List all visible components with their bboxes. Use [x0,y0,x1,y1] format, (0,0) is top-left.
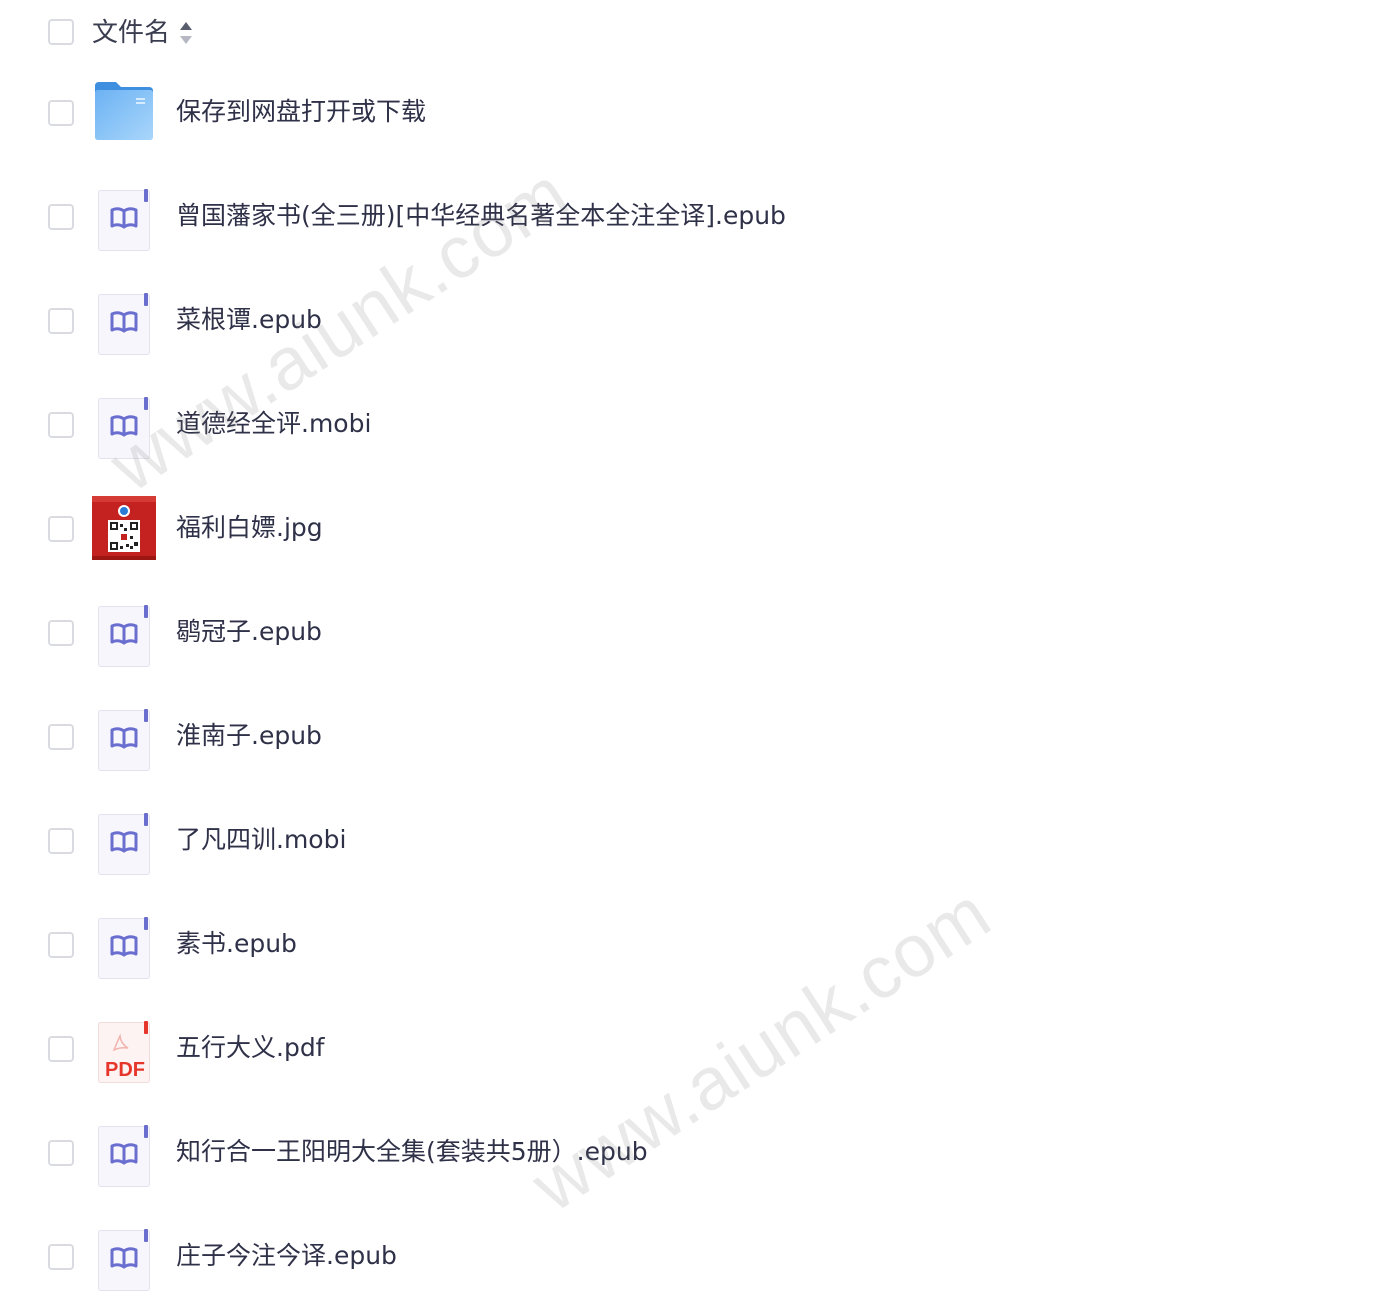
ebook-icon [90,806,158,876]
file-row[interactable]: 淮南子.epub [0,686,1384,790]
row-checkbox[interactable] [48,1244,74,1270]
row-checkbox[interactable] [48,516,74,542]
ebook-icon [90,1118,158,1188]
file-row[interactable]: 素书.epub [0,894,1384,998]
file-row[interactable]: 知行合一王阳明大全集(套装共5册）.epub [0,1102,1384,1206]
row-checkbox[interactable] [48,828,74,854]
column-header-filename: 文件名 [92,18,171,48]
ebook-icon [90,1222,158,1292]
file-row[interactable]: 保存到网盘打开或下载 [0,62,1384,166]
list-header: 文件名 [0,0,1384,66]
ebook-icon [90,390,158,460]
row-checkbox[interactable] [48,724,74,750]
file-row[interactable]: 曾国藩家书(全三册)[中华经典名著全本全注全译].epub [0,166,1384,270]
folder-icon [90,78,158,148]
file-row[interactable]: PDF 五行大义.pdf [0,998,1384,1102]
file-row[interactable]: 庄子今注今译.epub [0,1206,1384,1310]
ebook-icon [90,910,158,980]
row-checkbox[interactable] [48,100,74,126]
pdf-icon: PDF [90,1014,158,1084]
file-name[interactable]: 淮南子.epub [176,716,322,756]
ebook-icon [90,598,158,668]
select-all-checkbox[interactable] [48,19,74,45]
file-name[interactable]: 道德经全评.mobi [176,404,371,444]
row-checkbox[interactable] [48,932,74,958]
ebook-icon [90,286,158,356]
file-name[interactable]: 素书.epub [176,924,297,964]
ebook-icon [90,182,158,252]
file-name[interactable]: 知行合一王阳明大全集(套装共5册）.epub [176,1132,648,1172]
row-checkbox[interactable] [48,412,74,438]
row-checkbox[interactable] [48,1036,74,1062]
file-row[interactable]: 鹖冠子.epub [0,582,1384,686]
row-checkbox[interactable] [48,620,74,646]
row-checkbox[interactable] [48,204,74,230]
file-row[interactable]: 菜根谭.epub [0,270,1384,374]
file-row[interactable]: 福利白嫖.jpg [0,478,1384,582]
file-name[interactable]: 保存到网盘打开或下载 [176,92,426,132]
file-name[interactable]: 了凡四训.mobi [176,820,346,860]
file-name[interactable]: 福利白嫖.jpg [176,508,323,548]
file-name[interactable]: 菜根谭.epub [176,300,322,340]
file-name[interactable]: 鹖冠子.epub [176,612,322,652]
image-thumbnail [90,494,158,564]
pdf-icon-label: PDF [105,1059,145,1081]
row-checkbox[interactable] [48,1140,74,1166]
row-checkbox[interactable] [48,308,74,334]
file-name[interactable]: 五行大义.pdf [176,1028,325,1068]
file-row[interactable]: 了凡四训.mobi [0,790,1384,894]
sort-updown-icon[interactable] [178,20,194,46]
file-name[interactable]: 曾国藩家书(全三册)[中华经典名著全本全注全译].epub [176,196,786,236]
file-row[interactable]: 道德经全评.mobi [0,374,1384,478]
ebook-icon [90,702,158,772]
file-name[interactable]: 庄子今注今译.epub [176,1236,397,1276]
